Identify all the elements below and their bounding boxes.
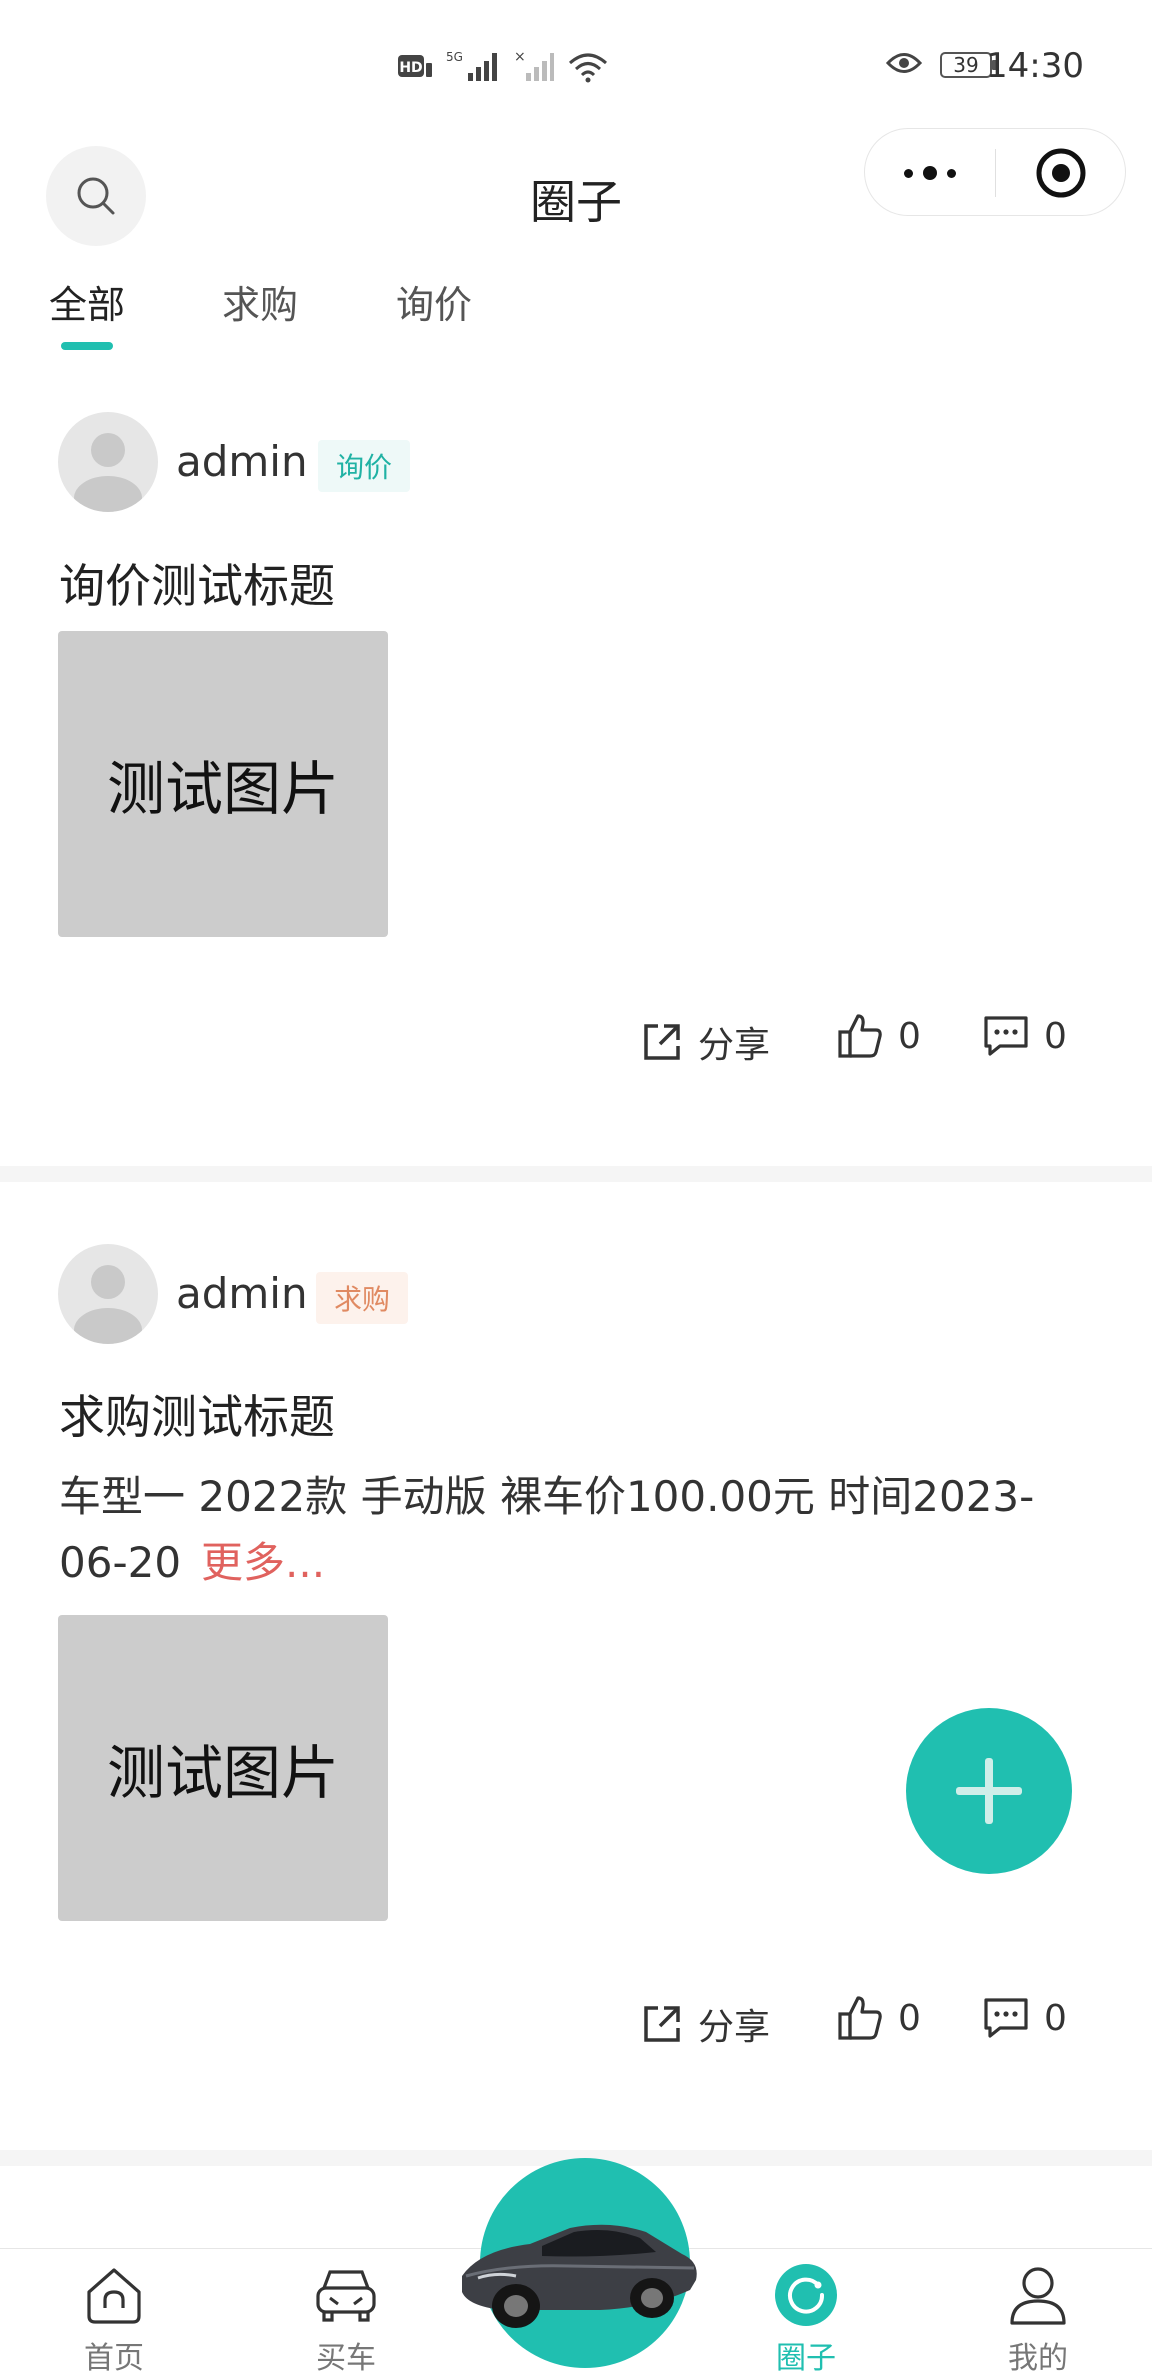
user-placeholder-icon bbox=[74, 1265, 142, 1344]
more-dot-icon bbox=[923, 166, 937, 180]
post-tag-inquiry: 询价 bbox=[318, 440, 411, 492]
like-count: 0 bbox=[898, 1015, 921, 1057]
share-label: 分享 bbox=[698, 1025, 771, 1066]
svg-text:5G: 5G bbox=[446, 50, 463, 64]
post-image[interactable]: 测试图片 bbox=[58, 631, 388, 937]
user-icon bbox=[1010, 2267, 1066, 2325]
comment-icon bbox=[984, 1016, 1028, 1056]
nav-home-label: 首页 bbox=[84, 2341, 144, 2376]
post-username: admin bbox=[176, 437, 308, 486]
share-label: 分享 bbox=[698, 2007, 771, 2048]
add-post-button[interactable] bbox=[906, 1708, 1072, 1874]
user-placeholder-icon bbox=[74, 433, 142, 512]
comment-button[interactable]: 0 bbox=[982, 1014, 1067, 1058]
svg-text:×: × bbox=[514, 49, 526, 65]
more-dot-icon bbox=[904, 168, 913, 178]
plus-icon bbox=[956, 1758, 1022, 1824]
nav-circle[interactable]: 圈子 bbox=[706, 2249, 906, 2377]
close-mini-program-button[interactable] bbox=[996, 129, 1126, 217]
share-button[interactable]: 分享 bbox=[640, 1016, 770, 1068]
post-title[interactable]: 求购测试标题 bbox=[59, 1381, 335, 1447]
search-button[interactable] bbox=[46, 146, 146, 246]
comment-count: 0 bbox=[1044, 1997, 1067, 2039]
mini-program-capsule bbox=[864, 128, 1126, 216]
battery-level: 39 bbox=[953, 53, 979, 77]
post-tag-purchase: 求购 bbox=[316, 1272, 409, 1324]
nav-profile-label: 我的 bbox=[1008, 2341, 1068, 2376]
comment-icon bbox=[984, 1998, 1028, 2038]
avatar[interactable] bbox=[58, 412, 158, 512]
tab-inquiry[interactable]: 询价 bbox=[396, 274, 472, 329]
post-separator bbox=[0, 1166, 1152, 1182]
like-button[interactable]: 0 bbox=[836, 1012, 921, 1060]
nav-buy-car-label: 买车 bbox=[316, 2341, 376, 2376]
sports-car-image bbox=[462, 2224, 697, 2328]
like-count: 0 bbox=[898, 1997, 921, 2039]
circle-icon bbox=[775, 2264, 837, 2326]
more-button[interactable] bbox=[865, 129, 995, 217]
post-username: admin bbox=[176, 1269, 308, 1318]
post-title[interactable]: 询价测试标题 bbox=[59, 550, 335, 616]
avatar[interactable] bbox=[58, 1244, 158, 1344]
tab-purchase[interactable]: 求购 bbox=[222, 274, 298, 329]
more-dot-icon bbox=[947, 168, 956, 178]
share-button[interactable]: 分享 bbox=[640, 1998, 770, 2050]
tab-all[interactable]: 全部 bbox=[49, 274, 125, 329]
post-description: 车型一 2022款 手动版 裸车价100.00元 时间2023-06-20 更多.… bbox=[59, 1464, 1099, 1596]
nav-home[interactable]: 首页 bbox=[14, 2249, 214, 2377]
comment-count: 0 bbox=[1044, 1015, 1067, 1057]
center-car-button[interactable] bbox=[462, 2158, 697, 2368]
post-image[interactable]: 测试图片 bbox=[58, 1615, 388, 1921]
nav-circle-label: 圈子 bbox=[776, 2341, 836, 2376]
share-icon bbox=[644, 2006, 680, 2042]
home-icon bbox=[87, 2268, 141, 2324]
status-bar: HD 5G × 39 14:30 bbox=[0, 0, 1152, 130]
nav-buy-car[interactable]: 买车 bbox=[246, 2249, 446, 2377]
signal-icons: HD 5G × bbox=[398, 46, 610, 86]
more-link[interactable]: 更多... bbox=[201, 1538, 325, 1587]
like-button[interactable]: 0 bbox=[836, 1994, 921, 2042]
thumbs-up-icon bbox=[838, 1014, 882, 1058]
target-icon bbox=[1036, 148, 1086, 198]
comment-button[interactable]: 0 bbox=[982, 1996, 1067, 2040]
signal-5g-icon: 5G bbox=[446, 50, 497, 81]
tab-active-indicator bbox=[61, 342, 113, 350]
search-icon bbox=[77, 177, 115, 215]
page-title: 圈子 bbox=[530, 175, 622, 229]
status-time: 14:30 bbox=[986, 46, 1084, 86]
battery-icon: 39 bbox=[940, 52, 992, 78]
wifi-icon bbox=[569, 53, 607, 83]
car-front-icon bbox=[316, 2270, 376, 2322]
hd-icon: HD bbox=[398, 55, 432, 77]
nav-profile[interactable]: 我的 bbox=[938, 2249, 1138, 2377]
eye-icon bbox=[886, 53, 922, 73]
share-icon bbox=[644, 1024, 680, 1060]
signal-2-icon: × bbox=[514, 49, 554, 81]
thumbs-up-icon bbox=[838, 1996, 882, 2040]
svg-text:HD: HD bbox=[399, 60, 422, 76]
